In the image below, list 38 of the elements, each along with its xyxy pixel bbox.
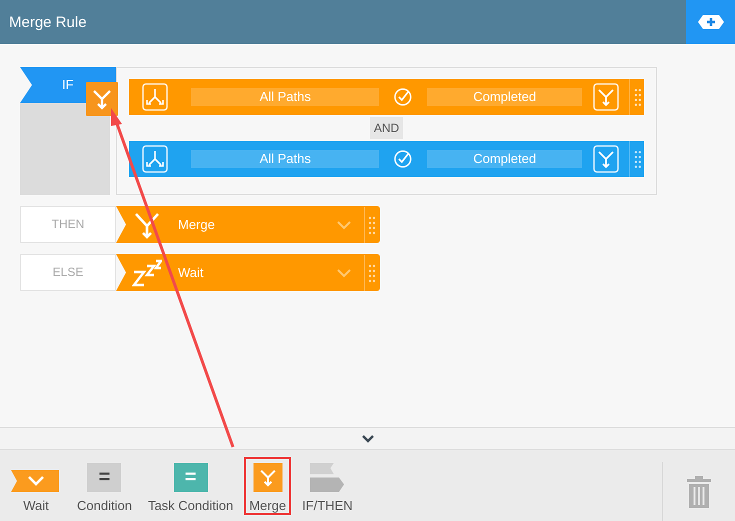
add-button[interactable] [686, 0, 735, 44]
trash-icon[interactable] [686, 474, 712, 508]
action-block[interactable]: Merge [116, 206, 380, 243]
equals-icon: = [87, 463, 122, 492]
split-icon [142, 83, 168, 111]
branch-label: ELSE [20, 254, 116, 291]
collapse-bar[interactable] [0, 427, 735, 450]
branch-label: THEN [20, 206, 116, 243]
status-field[interactable]: Completed [427, 150, 582, 168]
check-circle-icon [393, 149, 414, 169]
palette-item[interactable]: Wait [6, 457, 66, 515]
check-circle-icon [393, 87, 414, 107]
drag-handle-icon[interactable] [364, 254, 378, 290]
drag-handle-icon[interactable] [364, 206, 378, 242]
split-icon [142, 145, 168, 173]
palette-item[interactable]: = Task Condition [142, 457, 238, 515]
path-field[interactable]: All Paths [191, 88, 380, 106]
condition-row[interactable]: All Paths Completed [129, 141, 644, 177]
chevron-down-icon [336, 220, 352, 230]
status-field[interactable]: Completed [427, 88, 582, 106]
palette-item[interactable]: IF/THEN [297, 457, 358, 515]
sleep-icon [132, 258, 162, 288]
merge-icon [593, 83, 620, 111]
merge-icon [593, 145, 620, 173]
merge-icon [250, 463, 285, 492]
add-icon [698, 15, 724, 29]
path-field[interactable]: All Paths [191, 150, 380, 168]
chevron-down-icon [336, 268, 352, 278]
window-title: Merge Rule [8, 14, 87, 30]
equals-icon: = [174, 463, 208, 492]
dragged-merge-icon[interactable] [86, 82, 118, 116]
palette-item[interactable]: = Condition [72, 457, 137, 515]
palette-item[interactable]: Merge [244, 457, 292, 515]
and-label: AND [370, 117, 404, 139]
chevron-down-icon [360, 434, 374, 443]
action-block[interactable]: Wait [116, 254, 380, 291]
wait-block-icon [11, 470, 61, 492]
condition-row[interactable]: All Paths Completed [129, 79, 644, 115]
